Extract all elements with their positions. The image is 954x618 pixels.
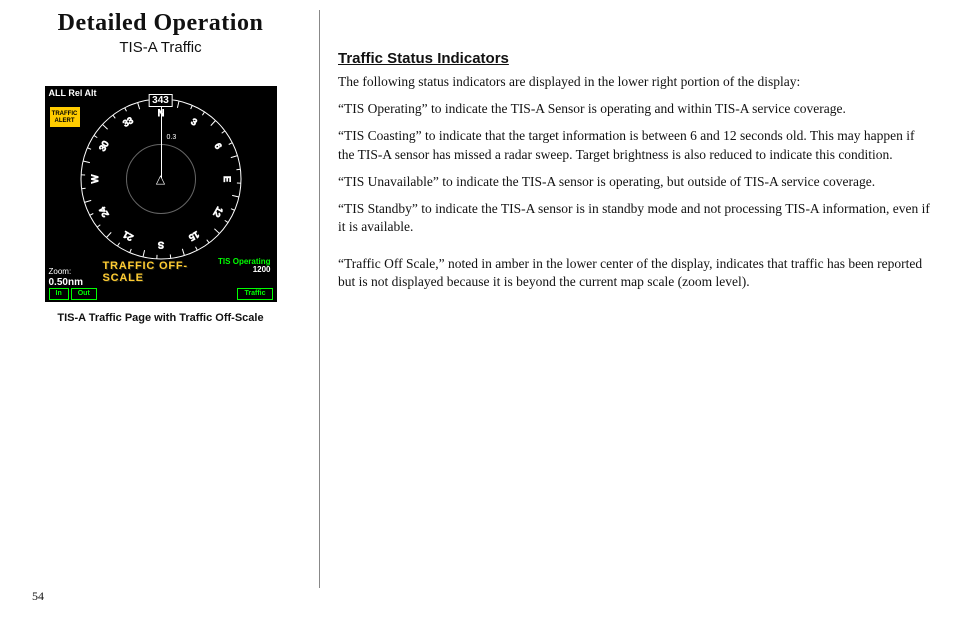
svg-text:24: 24 [97, 205, 111, 219]
traffic-display: ALL Rel Alt TRAFFIC ALERT [45, 86, 277, 302]
section-heading: Traffic Status Indicators [338, 50, 934, 67]
body-paragraph: The following status indicators are disp… [338, 73, 934, 91]
svg-text:21: 21 [121, 229, 135, 243]
page-title: Detailed Operation [58, 10, 264, 37]
svg-text:S: S [157, 240, 163, 250]
traffic-alert-line1: TRAFFIC [52, 111, 78, 117]
softkey-traffic[interactable]: Traffic [237, 288, 272, 300]
body-paragraph: “TIS Operating” to indicate the TIS-A Se… [338, 100, 934, 118]
svg-text:6: 6 [212, 141, 223, 150]
body-paragraph: “TIS Coasting” to indicate that the targ… [338, 127, 934, 163]
softkey-in[interactable]: In [49, 288, 69, 300]
body-paragraph: “TIS Standby” to indicate the TIS-A sens… [338, 200, 934, 236]
svg-text:15: 15 [187, 229, 201, 243]
traffic-offscale-label: TRAFFIC OFF-SCALE [103, 260, 219, 284]
svg-text:3: 3 [189, 116, 198, 127]
zoom-block: Zoom: 0.50nm [49, 268, 83, 288]
svg-text:12: 12 [211, 205, 225, 219]
softkey-row: In Out Traffic [45, 288, 277, 300]
figure-caption: TIS-A Traffic Page with Traffic Off-Scal… [57, 312, 263, 324]
svg-text:W: W [90, 174, 100, 183]
body-paragraph: “TIS Unavailable” to indicate the TIS-A … [338, 173, 934, 191]
traffic-alert-line2: ALERT [55, 118, 75, 124]
zoom-value: 0.50nm [49, 277, 83, 288]
zoom-label: Zoom: [49, 268, 83, 277]
softkey-spacer [99, 288, 236, 300]
altitude-readout: 1200 [253, 265, 271, 274]
heading-line-icon [161, 106, 162, 178]
inner-range-label: 0.3 [167, 134, 177, 141]
body-paragraph: “Traffic Off Scale,” noted in amber in t… [338, 255, 934, 291]
heading-readout: 343 [148, 94, 173, 107]
svg-text:30: 30 [97, 139, 111, 153]
page-number: 54 [32, 589, 44, 604]
compass-rose: N 3 6 E 12 15 S 21 24 W 30 [76, 94, 246, 264]
softkey-out[interactable]: Out [71, 288, 97, 300]
svg-text:E: E [222, 176, 232, 182]
svg-text:33: 33 [121, 115, 135, 129]
page-subtitle: TIS-A Traffic [119, 39, 201, 56]
